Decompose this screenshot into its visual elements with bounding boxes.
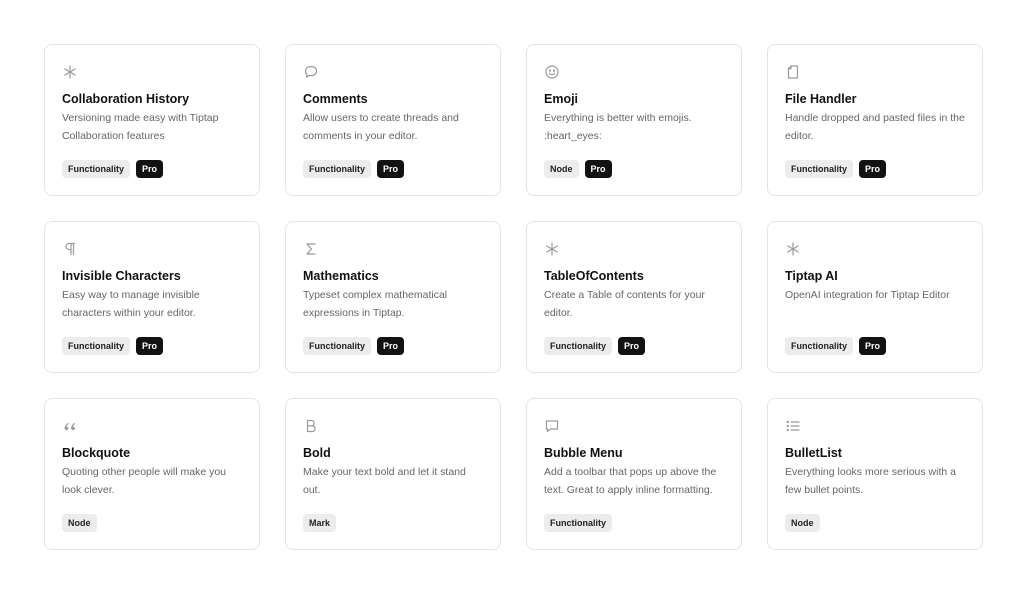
card-tags: Mark: [303, 514, 337, 532]
category-tag: Functionality: [544, 337, 612, 355]
extension-card-emoji[interactable]: Emoji Everything is better with emojis. …: [526, 44, 742, 196]
card-title: Bold: [303, 446, 331, 460]
file-icon: [785, 64, 801, 80]
card-title: Emoji: [544, 92, 579, 106]
asterisk-icon: [785, 241, 801, 257]
card-description: Quoting other people will make you look …: [62, 466, 227, 496]
card-description: Allow users to create threads and commen…: [303, 112, 459, 142]
card-tags: Node Pro: [544, 160, 612, 178]
card-description: OpenAI integration for Tiptap Editor: [785, 289, 950, 301]
extension-card-blockquote[interactable]: Blockquote Quoting other people will mak…: [44, 398, 260, 550]
speech-bubble-icon: [303, 64, 319, 80]
category-tag: Functionality: [62, 160, 130, 178]
card-tags: Functionality Pro: [785, 337, 887, 355]
category-tag: Functionality: [785, 160, 853, 178]
list-icon: [785, 418, 801, 434]
card-tags: Functionality Pro: [62, 160, 164, 178]
card-tags: Functionality Pro: [62, 337, 164, 355]
extension-card-invisible-characters[interactable]: Invisible Characters Easy way to manage …: [44, 221, 260, 373]
card-description: Handle dropped and pasted files in the e…: [785, 112, 965, 142]
extension-card-collaboration-history[interactable]: Collaboration History Versioning made ea…: [44, 44, 260, 196]
category-tag: Functionality: [785, 337, 853, 355]
pro-badge: Pro: [136, 337, 164, 355]
card-description: Create a Table of contents for your edit…: [544, 289, 705, 319]
card-tags: Functionality: [544, 514, 612, 532]
extension-card-bulletlist[interactable]: BulletList Everything looks more serious…: [767, 398, 983, 550]
bold-icon: [303, 418, 319, 434]
card-title: Comments: [303, 92, 368, 106]
card-tags: Functionality Pro: [785, 160, 887, 178]
card-title: Mathematics: [303, 269, 379, 283]
card-description: Versioning made easy with Tiptap Collabo…: [62, 112, 219, 142]
card-title: Tiptap AI: [785, 269, 838, 283]
category-tag: Functionality: [303, 160, 371, 178]
extensions-grid: Collaboration History Versioning made ea…: [44, 44, 983, 550]
pro-badge: Pro: [136, 160, 164, 178]
card-tags: Functionality Pro: [303, 160, 405, 178]
card-description: Easy way to manage invisible characters …: [62, 289, 200, 319]
card-tags: Node: [785, 514, 820, 532]
category-tag: Node: [785, 514, 820, 532]
message-square-icon: [544, 418, 560, 434]
category-tag: Functionality: [62, 337, 130, 355]
smiley-icon: [544, 64, 560, 80]
asterisk-icon: [62, 64, 78, 80]
category-tag: Mark: [303, 514, 337, 532]
pilcrow-icon: [62, 241, 78, 257]
card-tags: Functionality Pro: [544, 337, 646, 355]
card-title: Blockquote: [62, 446, 131, 460]
pro-badge: Pro: [859, 160, 887, 178]
card-title: Invisible Characters: [62, 269, 181, 283]
extension-card-file-handler[interactable]: File Handler Handle dropped and pasted f…: [767, 44, 983, 196]
category-tag: Node: [62, 514, 97, 532]
extension-card-tableofcontents[interactable]: TableOfContents Create a Table of conten…: [526, 221, 742, 373]
card-description: Typeset complex mathematical expressions…: [303, 289, 448, 319]
card-description: Everything is better with emojis. :heart…: [544, 112, 692, 142]
pro-badge: Pro: [618, 337, 646, 355]
card-title: File Handler: [785, 92, 857, 106]
extension-card-bubble-menu[interactable]: Bubble Menu Add a toolbar that pops up a…: [526, 398, 742, 550]
card-title: TableOfContents: [544, 269, 644, 283]
quote-icon: [62, 418, 78, 434]
card-description: Everything looks more serious with a few…: [785, 466, 956, 496]
card-description: Make your text bold and let it stand out…: [303, 466, 466, 496]
sigma-icon: [303, 241, 319, 257]
pro-badge: Pro: [859, 337, 887, 355]
card-title: BulletList: [785, 446, 842, 460]
extension-card-mathematics[interactable]: Mathematics Typeset complex mathematical…: [285, 221, 501, 373]
extension-card-comments[interactable]: Comments Allow users to create threads a…: [285, 44, 501, 196]
category-tag: Node: [544, 160, 579, 178]
asterisk-icon: [544, 241, 560, 257]
card-description: Add a toolbar that pops up above the tex…: [544, 466, 717, 496]
extension-card-tiptap-ai[interactable]: Tiptap AI OpenAI integration for Tiptap …: [767, 221, 983, 373]
category-tag: Functionality: [303, 337, 371, 355]
pro-badge: Pro: [377, 160, 405, 178]
card-tags: Functionality Pro: [303, 337, 405, 355]
card-tags: Node: [62, 514, 97, 532]
pro-badge: Pro: [377, 337, 405, 355]
category-tag: Functionality: [544, 514, 612, 532]
pro-badge: Pro: [584, 160, 612, 178]
extension-card-bold[interactable]: Bold Make your text bold and let it stan…: [285, 398, 501, 550]
card-title: Bubble Menu: [544, 446, 623, 460]
card-title: Collaboration History: [62, 92, 190, 106]
